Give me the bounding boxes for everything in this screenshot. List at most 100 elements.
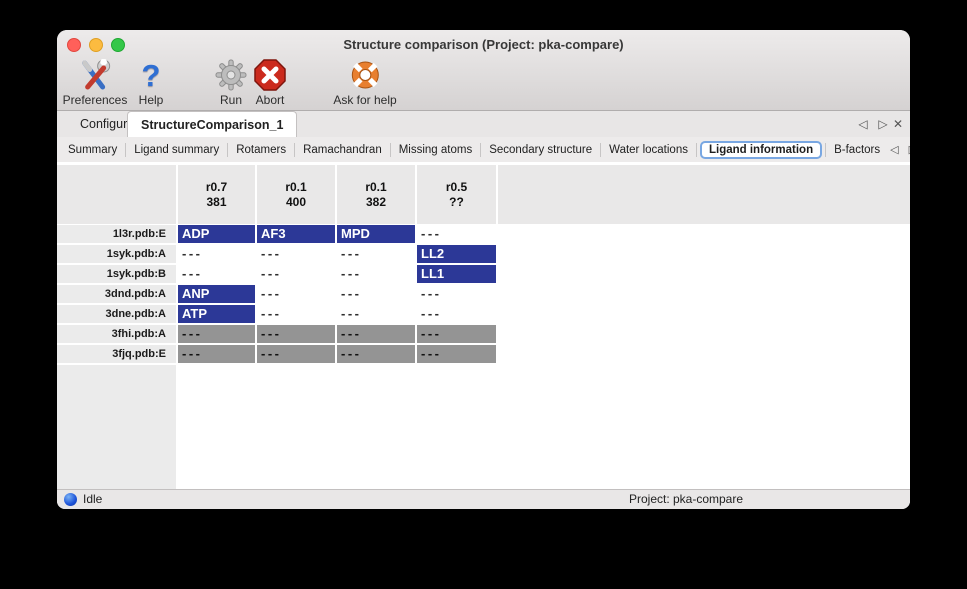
status-text: Idle <box>83 492 102 506</box>
toolbar-item-label: Help <box>139 93 164 107</box>
subtab-ramachandran[interactable]: Ramachandran <box>298 142 387 158</box>
app-window: Structure comparison (Project: pka-compa… <box>57 30 910 509</box>
table-cell[interactable]: LL1 <box>417 265 496 283</box>
toolbar-item-label: Preferences <box>63 93 128 107</box>
subtab-separator <box>390 143 391 157</box>
subtab-ligand-information[interactable]: Ligand information <box>700 141 822 159</box>
table-cell[interactable]: --- <box>417 305 496 323</box>
title-toolbar-area: Structure comparison (Project: pka-compa… <box>57 30 910 111</box>
subtab-scroll-left-icon[interactable]: ◁ <box>885 143 903 156</box>
row-header: 3dne.pdb:A <box>57 305 176 323</box>
table-cell[interactable]: --- <box>337 325 415 343</box>
column-header-line2: ?? <box>449 195 464 210</box>
table-cell[interactable]: --- <box>337 285 415 303</box>
column-header: r0.7381 <box>178 165 255 224</box>
column-header-line2: 381 <box>206 195 226 210</box>
tools-icon <box>77 57 113 91</box>
row-header: 1l3r.pdb:E <box>57 225 176 243</box>
table-cell[interactable]: --- <box>417 345 496 363</box>
run-button[interactable]: Run <box>215 57 247 107</box>
column-header: r0.1400 <box>257 165 335 224</box>
tab-close-icon[interactable]: ✕ <box>890 111 906 137</box>
table-cell[interactable]: --- <box>337 345 415 363</box>
table-cell[interactable]: ATP <box>178 305 255 323</box>
subtab-ligand-summary[interactable]: Ligand summary <box>129 142 224 158</box>
tab-scroll-right-icon[interactable]: ▷ <box>875 111 891 137</box>
table-cell[interactable]: --- <box>337 305 415 323</box>
table-cell[interactable]: --- <box>417 285 496 303</box>
report-tab-bar: Summary Ligand summary Rotamers Ramachandra… <box>57 137 910 162</box>
subtab-summary[interactable]: Summary <box>63 142 122 158</box>
table-cell[interactable]: --- <box>257 265 335 283</box>
subtab-separator <box>125 143 126 157</box>
table-header-row: r0.7381r0.1400r0.1382r0.5?? <box>57 165 910 224</box>
table-cell[interactable]: MPD <box>337 225 415 243</box>
ligand-information-table: r0.7381r0.1400r0.1382r0.5?? 1l3r.pdb:EAD… <box>57 162 910 489</box>
toolbar-item-label: Abort <box>256 93 285 107</box>
subtab-scroll-right-icon[interactable]: ▷ <box>904 143 910 156</box>
subtab-water-locations[interactable]: Water locations <box>604 142 693 158</box>
table-cell[interactable]: --- <box>257 305 335 323</box>
subtab-separator <box>825 143 826 157</box>
status-bar: Idle Project: pka-compare <box>57 489 910 509</box>
column-header: r0.1382 <box>337 165 415 224</box>
subtab-separator <box>480 143 481 157</box>
column-header-line1: r0.7 <box>206 180 227 195</box>
table-cell[interactable]: --- <box>417 325 496 343</box>
table-cell[interactable]: ANP <box>178 285 255 303</box>
table-cell[interactable]: ADP <box>178 225 255 243</box>
column-header-line2: 382 <box>366 195 386 210</box>
preferences-button[interactable]: Preferences <box>63 57 128 107</box>
toolbar-item-label: Run <box>220 93 242 107</box>
desktop-background: Structure comparison (Project: pka-compa… <box>0 0 967 589</box>
table-cell[interactable]: --- <box>257 245 335 263</box>
table-cell[interactable]: --- <box>337 265 415 283</box>
column-header-line1: r0.1 <box>285 180 306 195</box>
subtab-b-factors[interactable]: B-factors <box>829 142 885 158</box>
help-button[interactable]: ? Help <box>139 57 164 107</box>
column-header: r0.5?? <box>417 165 496 224</box>
document-tab-bar: ConfigureStructureComparison_1 ◁ ▷ ✕ <box>57 111 910 137</box>
column-header-line1: r0.1 <box>365 180 386 195</box>
table-cell[interactable]: --- <box>178 245 255 263</box>
subtab-separator <box>696 143 697 157</box>
table-cell[interactable]: --- <box>257 325 335 343</box>
table-cell[interactable]: --- <box>417 225 496 243</box>
subtab-separator <box>600 143 601 157</box>
column-header-line1: r0.5 <box>446 180 467 195</box>
table-corner-cell <box>57 165 176 224</box>
window-title: Structure comparison (Project: pka-compa… <box>57 37 910 52</box>
table-cell[interactable]: --- <box>257 285 335 303</box>
table-cell[interactable]: --- <box>337 245 415 263</box>
table-cell[interactable]: LL2 <box>417 245 496 263</box>
status-indicator-icon <box>64 493 77 506</box>
table-cell[interactable]: --- <box>257 345 335 363</box>
subtab-missing-atoms[interactable]: Missing atoms <box>394 142 478 158</box>
gear-icon <box>215 57 247 91</box>
table-cell[interactable]: --- <box>178 325 255 343</box>
lifebuoy-icon <box>349 57 381 91</box>
row-header: 3fjq.pdb:E <box>57 345 176 363</box>
status-project-label: Project: pka-compare <box>629 492 743 506</box>
tab-structurecomparison-1[interactable]: StructureComparison_1 <box>127 111 297 138</box>
table-cell[interactable]: --- <box>178 345 255 363</box>
subtab-separator <box>227 143 228 157</box>
abort-button[interactable]: Abort <box>254 57 286 107</box>
row-header: 1syk.pdb:B <box>57 265 176 283</box>
row-header: 3fhi.pdb:A <box>57 325 176 343</box>
header-filler <box>498 165 910 224</box>
row-header: 3dnd.pdb:A <box>57 285 176 303</box>
stop-x-icon <box>254 57 286 91</box>
toolbar-item-label: Ask for help <box>333 93 396 107</box>
ask-for-help-button[interactable]: Ask for help <box>333 57 396 107</box>
question-mark-icon: ? <box>142 57 161 91</box>
tab-scroll-left-icon[interactable]: ◁ <box>855 111 871 137</box>
subtab-secondary-structure[interactable]: Secondary structure <box>484 142 597 158</box>
row-header-gutter <box>57 365 176 489</box>
row-header: 1syk.pdb:A <box>57 245 176 263</box>
subtab-rotamers[interactable]: Rotamers <box>231 142 291 158</box>
table-cell[interactable]: --- <box>178 265 255 283</box>
table-cell[interactable]: AF3 <box>257 225 335 243</box>
column-header-line2: 400 <box>286 195 306 210</box>
subtab-separator <box>294 143 295 157</box>
